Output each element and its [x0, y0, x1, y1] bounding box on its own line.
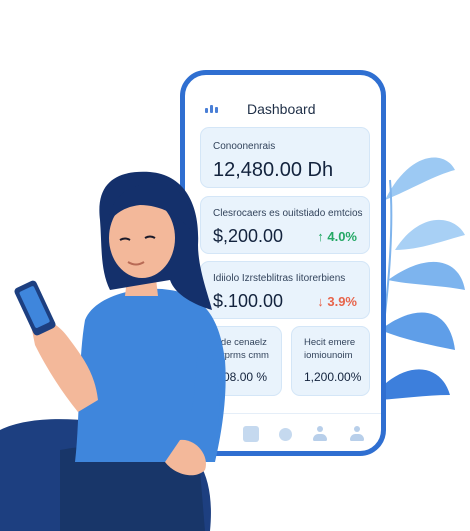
person-illustration [0, 171, 226, 531]
